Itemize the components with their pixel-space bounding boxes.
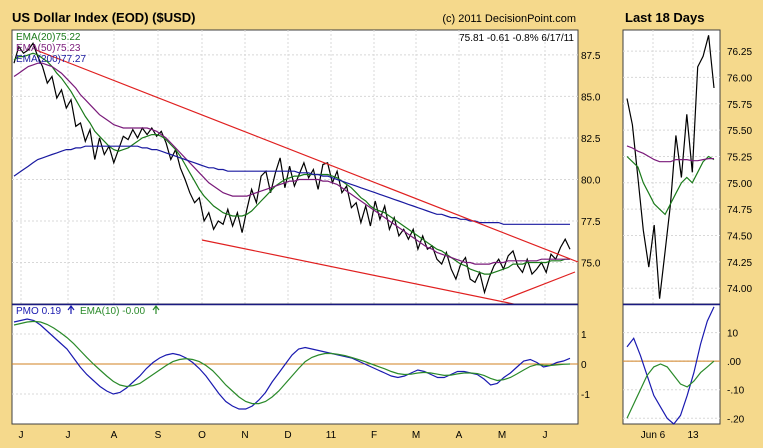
- side-tick-label: 76.00: [727, 73, 752, 84]
- side-tick-label: 74.25: [727, 258, 752, 269]
- main-title: US Dollar Index (EOD) ($USD): [12, 10, 195, 25]
- main-x-tick-label: M: [498, 430, 506, 441]
- main-tick-label: 75.0: [581, 258, 601, 269]
- main-x-tick-label: S: [155, 430, 162, 441]
- side-tick-label: 75.75: [727, 100, 752, 111]
- main-x-tick-label: M: [412, 430, 420, 441]
- main-tick-label: 77.5: [581, 217, 601, 228]
- pmo-ema-legend: EMA(10) -0.00: [80, 306, 145, 317]
- pmo-legend: PMO 0.19 EMA(10) -0.00: [16, 305, 160, 317]
- main-tick-label: 80.0: [581, 175, 601, 186]
- side-x-tick-label: 13: [687, 430, 699, 441]
- side-tick-label: 76.25: [727, 47, 752, 58]
- main-tick-label: 87.5: [581, 51, 601, 62]
- quote: 75.81 -0.61 -0.8% 6/17/11: [459, 33, 574, 44]
- main-x-tick-label: 11: [326, 430, 337, 441]
- main-legend: EMA(20)75.22 EMA(50)75.23 EMA(200)77.27: [16, 32, 86, 65]
- side-tick-label: 74.00: [727, 284, 752, 295]
- main-x-tick-label: J: [543, 430, 548, 441]
- side-tick-label: 75.25: [727, 152, 752, 163]
- side-pmo-plot-area: [622, 303, 721, 425]
- main-x-tick-label: O: [198, 430, 206, 441]
- main-x-tick-label: J: [19, 430, 24, 441]
- main-x-tick-label: F: [371, 430, 377, 441]
- main-x-tick-label: D: [284, 430, 291, 441]
- side-pmo-tick-label: -.10: [727, 386, 745, 397]
- side-x-tick-label: Jun 6: [641, 430, 666, 441]
- pmo-tick-label: -1: [581, 390, 590, 401]
- legend-ema50: EMA(50)75.23: [16, 43, 81, 54]
- chart-canvas: 87.585.082.580.077.575.0 10-1 J J A S O N D 11 F…: [11, 10, 752, 441]
- copyright: (c) 2011 DecisionPoint.com: [442, 13, 576, 25]
- side-tick-label: 74.50: [727, 232, 752, 243]
- pmo-y-ticks: 1 0 -1: [581, 330, 590, 401]
- side-y-ticks: 76.25 76.00 75.75 75.50 75.25 75.00 74.75 74.50…: [727, 47, 752, 295]
- side-pmo-tick-label: 10: [727, 329, 739, 340]
- side-tick-label: 75.00: [727, 179, 752, 190]
- pmo-legend-label: PMO 0.19: [16, 306, 61, 317]
- main-x-tick-label: J: [66, 430, 71, 441]
- side-tick-label: 75.50: [727, 126, 752, 137]
- main-x-ticks: J J A S O N D 11 F M A M J: [19, 430, 548, 441]
- main-x-tick-label: A: [456, 430, 463, 441]
- main-tick-label: 82.5: [581, 134, 601, 145]
- side-tick-label: 74.75: [727, 205, 752, 216]
- side-x-ticks: Jun 6 13: [641, 430, 699, 441]
- side-pmo-tick-label: -.20: [727, 414, 745, 425]
- pmo-tick-label: 1: [581, 330, 587, 341]
- legend-ema200: EMA(200)77.27: [16, 54, 86, 65]
- legend-ema20: EMA(20)75.22: [16, 32, 81, 43]
- main-tick-label: 85.0: [581, 92, 601, 103]
- main-x-tick-label: A: [111, 430, 118, 441]
- side-pmo-y-ticks: 10 .00 -.10 -.20: [727, 329, 745, 426]
- side-title: Last 18 Days: [625, 10, 705, 25]
- main-y-ticks: 87.5 85.0 82.5 80.0 77.5 75.0: [581, 51, 601, 270]
- side-pmo-tick-label: .00: [727, 357, 741, 368]
- main-x-tick-label: N: [241, 430, 248, 441]
- pmo-tick-label: 0: [581, 360, 587, 371]
